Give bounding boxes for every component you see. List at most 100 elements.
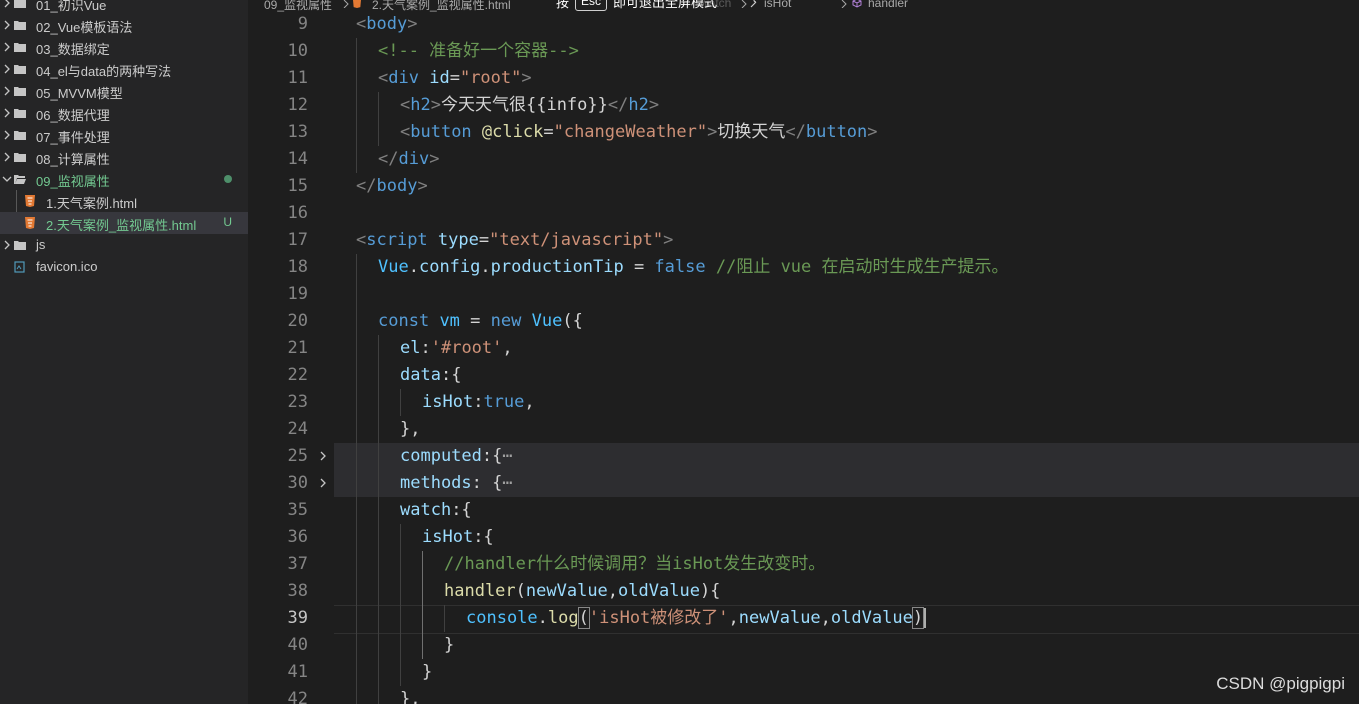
code-line: 15 </body> <box>248 173 1359 200</box>
breadcrumb-file[interactable]: 2.天气案例_监视属性.html <box>372 0 511 12</box>
tree-item-06[interactable]: 06_数据代理 <box>0 102 248 124</box>
indent-guide <box>378 632 379 659</box>
code-text: data:{ <box>400 365 462 385</box>
line-number: 15 <box>287 176 308 196</box>
code-text: <div id="root"> <box>378 68 532 88</box>
tree-item-label: 04_el与data的两种写法 <box>36 64 172 79</box>
code-text: console.log('isHot被修改了',newValue,oldValu… <box>466 607 927 629</box>
code-line-current[interactable]: 39 console.log('isHot被修改了',newValue,oldV… <box>248 605 1359 634</box>
line-number: 20 <box>287 311 308 331</box>
code-line: 20 const vm = new Vue({ <box>248 308 1359 335</box>
tree-item-label: 2.天气案例_监视属性.html <box>46 218 197 233</box>
tree-item-04[interactable]: 04_el与data的两种写法 <box>0 58 248 80</box>
indent-guide <box>356 470 357 497</box>
tree-item-label: 07_事件处理 <box>36 130 110 145</box>
indent-guide <box>400 578 401 605</box>
explorer-sidebar: 01_初识Vue 02_Vue模板语法 03_数据绑定 04_el与data的两… <box>0 0 248 704</box>
code-text: </body> <box>356 176 428 196</box>
indent-guide <box>378 119 379 146</box>
folder-icon <box>14 131 26 140</box>
cube-icon <box>852 0 862 8</box>
tree-item-01[interactable]: 01_初识Vue <box>0 0 248 14</box>
folder-icon <box>14 87 26 96</box>
chevron-right-icon <box>343 0 349 8</box>
code-line: 9 <body> <box>248 11 1359 38</box>
tree-item-label: 09_监视属性 <box>36 174 110 189</box>
tree-item-label: 06_数据代理 <box>36 108 110 123</box>
code-line: 24 }, <box>248 416 1359 443</box>
line-number: 14 <box>287 149 308 169</box>
tree-item-label: 02_Vue模板语法 <box>36 20 133 35</box>
breadcrumb-folder[interactable]: 09_监视属性 <box>264 0 332 12</box>
tree-item-09[interactable]: 09_监视属性 <box>0 168 248 190</box>
code-line: 35 watch:{ <box>248 497 1359 524</box>
modified-dot-icon <box>224 175 232 183</box>
line-number: 21 <box>287 338 308 358</box>
fullscreen-hint: 按 Esc 即可退出全屏模式 <box>556 0 718 11</box>
tree-item-07[interactable]: 07_事件处理 <box>0 124 248 146</box>
folder-icon <box>14 0 26 8</box>
code-line: 25 computed:{⋯ <box>248 443 1359 470</box>
indent-guide <box>356 308 357 335</box>
html-file-icon <box>353 0 361 8</box>
indent-guide-active <box>422 632 423 659</box>
line-number: 16 <box>287 203 308 223</box>
breadcrumb-handler[interactable]: handler <box>868 0 908 10</box>
breadcrumb-ishot[interactable]: isHot <box>764 0 791 10</box>
line-number: 17 <box>287 230 308 250</box>
indent-guide <box>378 92 379 119</box>
indent-guide <box>378 335 379 362</box>
indent-guide <box>378 443 379 470</box>
code-line: 14 </div> <box>248 146 1359 173</box>
indent-guide <box>356 659 357 686</box>
tree-item-html-2[interactable]: 2.天气案例_监视属性.html U <box>0 212 248 234</box>
indent-guide <box>356 146 357 173</box>
indent-guide <box>378 470 379 497</box>
tree-item-03[interactable]: 03_数据绑定 <box>0 36 248 58</box>
chevron-right-icon <box>4 86 10 96</box>
code-editor[interactable]: 9 <body> 10 <!-- 准备好一个容器--> 11 <div id="… <box>248 0 1359 704</box>
folder-icon <box>14 153 26 162</box>
code-line: 11 <div id="root"> <box>248 65 1359 92</box>
indent-guide <box>356 38 357 65</box>
tree-item-js[interactable]: js <box>0 234 248 256</box>
folder-icon <box>14 109 26 118</box>
chevron-right-icon[interactable] <box>318 451 328 461</box>
code-text: } <box>422 662 433 682</box>
indent-guide <box>378 659 379 686</box>
text-caret <box>924 608 927 628</box>
indent-guide-active <box>422 551 423 578</box>
fullscreen-hint-suffix: 即可退出全屏模式 <box>613 0 718 10</box>
indent-guide-active <box>422 605 423 632</box>
indent-guide <box>378 551 379 578</box>
code-text: //handler什么时候调用？当isHot发生改变时。 <box>444 554 826 574</box>
code-text: computed:{⋯ <box>400 446 513 466</box>
tree-item-08[interactable]: 08_计算属性 <box>0 146 248 168</box>
indent-guide <box>400 605 401 632</box>
indent-guide <box>400 524 401 551</box>
code-line: 36 isHot:{ <box>248 524 1359 551</box>
indent-guide <box>378 605 379 632</box>
folder-icon <box>14 21 26 30</box>
code-text: }, <box>400 689 421 704</box>
folder-icon <box>14 65 26 74</box>
indent-guide <box>444 605 445 632</box>
line-number: 23 <box>287 392 308 412</box>
code-line: 12 <h2>今天天气很{{info}}</h2> <box>248 92 1359 119</box>
tree-item-02[interactable]: 02_Vue模板语法 <box>0 14 248 36</box>
line-number: 25 <box>287 446 308 466</box>
indent-guide <box>356 605 357 632</box>
indent-guide <box>356 443 357 470</box>
tree-item-html-1[interactable]: 1.天气案例.html <box>0 190 248 212</box>
line-number: 12 <box>287 95 308 115</box>
code-line: 30 methods: {⋯ <box>248 470 1359 497</box>
chevron-right-icon[interactable] <box>318 478 328 488</box>
code-text: watch:{ <box>400 500 472 520</box>
tree-item-favicon[interactable]: favicon.ico <box>0 256 248 278</box>
tree-item-05[interactable]: 05_MVVM模型 <box>0 80 248 102</box>
indent-guide <box>400 659 401 686</box>
indent-guide <box>400 389 401 416</box>
indent-guide <box>356 281 357 308</box>
line-number: 10 <box>287 41 308 61</box>
code-text: <button @click="changeWeather">切换天气</but… <box>400 122 878 142</box>
